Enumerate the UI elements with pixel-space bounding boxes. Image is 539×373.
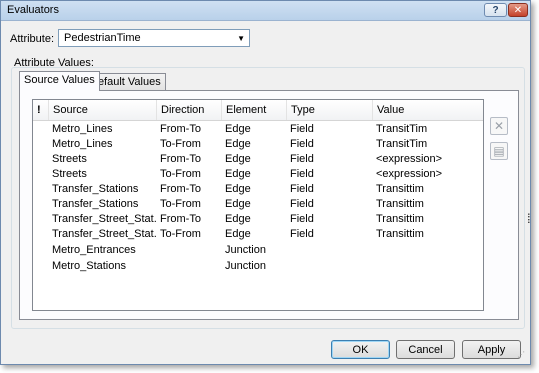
attribute-label: Attribute: (10, 33, 55, 45)
cell-source: Transfer_Stations (52, 183, 139, 195)
mouse-cursor-icon: ⁞ (527, 211, 531, 226)
cell-element: Edge (225, 183, 251, 195)
tab-label: Source Values (24, 74, 95, 86)
attribute-values-caption: Attribute Values: (14, 57, 94, 69)
cell-element: Junction (225, 244, 266, 256)
cell-value (376, 259, 483, 274)
help-icon: ? (492, 4, 499, 16)
table-row[interactable]: Transfer_Street_Stat... From-To Edge Fie… (33, 212, 483, 227)
cell-value: <expression> (376, 153, 443, 165)
table-row[interactable]: Transfer_Stations To-From Edge Field Tra… (33, 197, 483, 212)
apply-button-label: Apply (477, 343, 506, 356)
cell-value: TransitTim (376, 123, 428, 135)
cell-type: Field (290, 138, 314, 150)
cell-source: Transfer_Street_Stat... (52, 213, 156, 225)
cell-direction: To-From (160, 228, 201, 240)
table-row[interactable]: Metro_Entrances Junction (33, 243, 483, 258)
ok-button[interactable]: OK (331, 340, 390, 359)
cell-direction: To-From (160, 138, 201, 150)
cell-type: Field (290, 228, 314, 240)
cell-value (376, 243, 483, 258)
cell-type: Field (290, 213, 314, 225)
cell-direction (160, 259, 222, 274)
column-header-direction[interactable]: Direction (157, 100, 222, 120)
cell-value: Transittim (376, 198, 424, 210)
cell-direction: From-To (160, 153, 201, 165)
cell-element: Edge (225, 123, 251, 135)
cell-type: Field (290, 198, 314, 210)
cell-source: Transfer_Street_Stat... (52, 228, 156, 240)
cell-source: Metro_Entrances (52, 244, 136, 256)
cell-source: Streets (52, 168, 87, 180)
ok-button-label: OK (352, 343, 369, 356)
table-row[interactable]: Transfer_Stations From-To Edge Field Tra… (33, 182, 483, 197)
title-bar[interactable]: Evaluators ? ✕ (1, 1, 530, 21)
cell-value: TransitTim (376, 138, 428, 150)
attribute-dropdown[interactable]: PedestrianTime ▼ (58, 29, 250, 47)
column-header-element[interactable]: Element (222, 100, 287, 120)
help-button[interactable]: ? (484, 3, 507, 17)
resize-grip-icon[interactable]: ⋰ (517, 350, 525, 359)
cell-type: Field (290, 123, 314, 135)
close-button[interactable]: ✕ (508, 3, 528, 17)
cancel-button-label: Cancel (408, 343, 443, 356)
close-icon: ✕ (513, 4, 523, 16)
attribute-selected-value: PedestrianTime (64, 32, 141, 44)
cell-source: Streets (52, 153, 87, 165)
cell-direction: From-To (160, 183, 201, 195)
evaluators-dialog: Evaluators ? ✕ Attribute: PedestrianTime… (0, 0, 531, 365)
cell-type (290, 259, 372, 274)
cell-direction: From-To (160, 213, 201, 225)
cell-value: Transittim (376, 183, 424, 195)
evaluators-table[interactable]: ! Source Direction Element Type Value Me… (32, 99, 484, 311)
cell-value: Transittim (376, 213, 424, 225)
apply-button[interactable]: Apply (462, 340, 521, 359)
delete-x-icon: ✕ (493, 119, 505, 133)
cell-direction: To-From (160, 198, 201, 210)
cell-source: Metro_Stations (52, 260, 126, 272)
cell-type (290, 243, 372, 258)
window-title: Evaluators (7, 4, 59, 16)
cell-source: Transfer_Stations (52, 198, 139, 210)
cell-type: Field (290, 183, 314, 195)
column-header-flag[interactable]: ! (33, 100, 49, 120)
cell-type: Field (290, 168, 314, 180)
cell-source: Metro_Lines (52, 123, 113, 135)
cell-direction: From-To (160, 123, 201, 135)
properties-icon: ▤ (493, 144, 505, 158)
column-header-type[interactable]: Type (287, 100, 373, 120)
evaluator-properties-button[interactable]: ▤ (490, 142, 508, 160)
table-row[interactable]: Streets From-To Edge Field <expression> (33, 152, 483, 167)
cancel-button[interactable]: Cancel (396, 340, 455, 359)
cell-element: Edge (225, 168, 251, 180)
table-row[interactable]: Transfer_Street_Stat... To-From Edge Fie… (33, 227, 483, 242)
cell-element: Edge (225, 153, 251, 165)
cell-element: Edge (225, 198, 251, 210)
column-header-source[interactable]: Source (49, 100, 157, 120)
table-row[interactable]: Metro_Stations Junction (33, 259, 483, 274)
cell-type: Field (290, 153, 314, 165)
cell-direction (160, 243, 222, 258)
cell-element: Edge (225, 213, 251, 225)
cell-source: Metro_Lines (52, 138, 113, 150)
table-row[interactable]: Metro_Lines To-From Edge Field TransitTi… (33, 137, 483, 152)
table-row[interactable]: Streets To-From Edge Field <expression> (33, 167, 483, 182)
cell-value: Transittim (376, 228, 424, 240)
chevron-down-icon: ▼ (237, 34, 245, 43)
remove-evaluator-button[interactable]: ✕ (490, 117, 508, 135)
cell-element: Junction (225, 260, 266, 272)
column-header-value[interactable]: Value (373, 100, 483, 120)
table-header: ! Source Direction Element Type Value (33, 100, 483, 121)
cell-direction: To-From (160, 168, 201, 180)
tab-source-values[interactable]: Source Values (19, 71, 100, 91)
tab-label: Default Values (90, 76, 161, 88)
cell-element: Edge (225, 138, 251, 150)
cell-value: <expression> (376, 168, 443, 180)
cell-element: Edge (225, 228, 251, 240)
table-row[interactable]: Metro_Lines From-To Edge Field TransitTi… (33, 122, 483, 137)
